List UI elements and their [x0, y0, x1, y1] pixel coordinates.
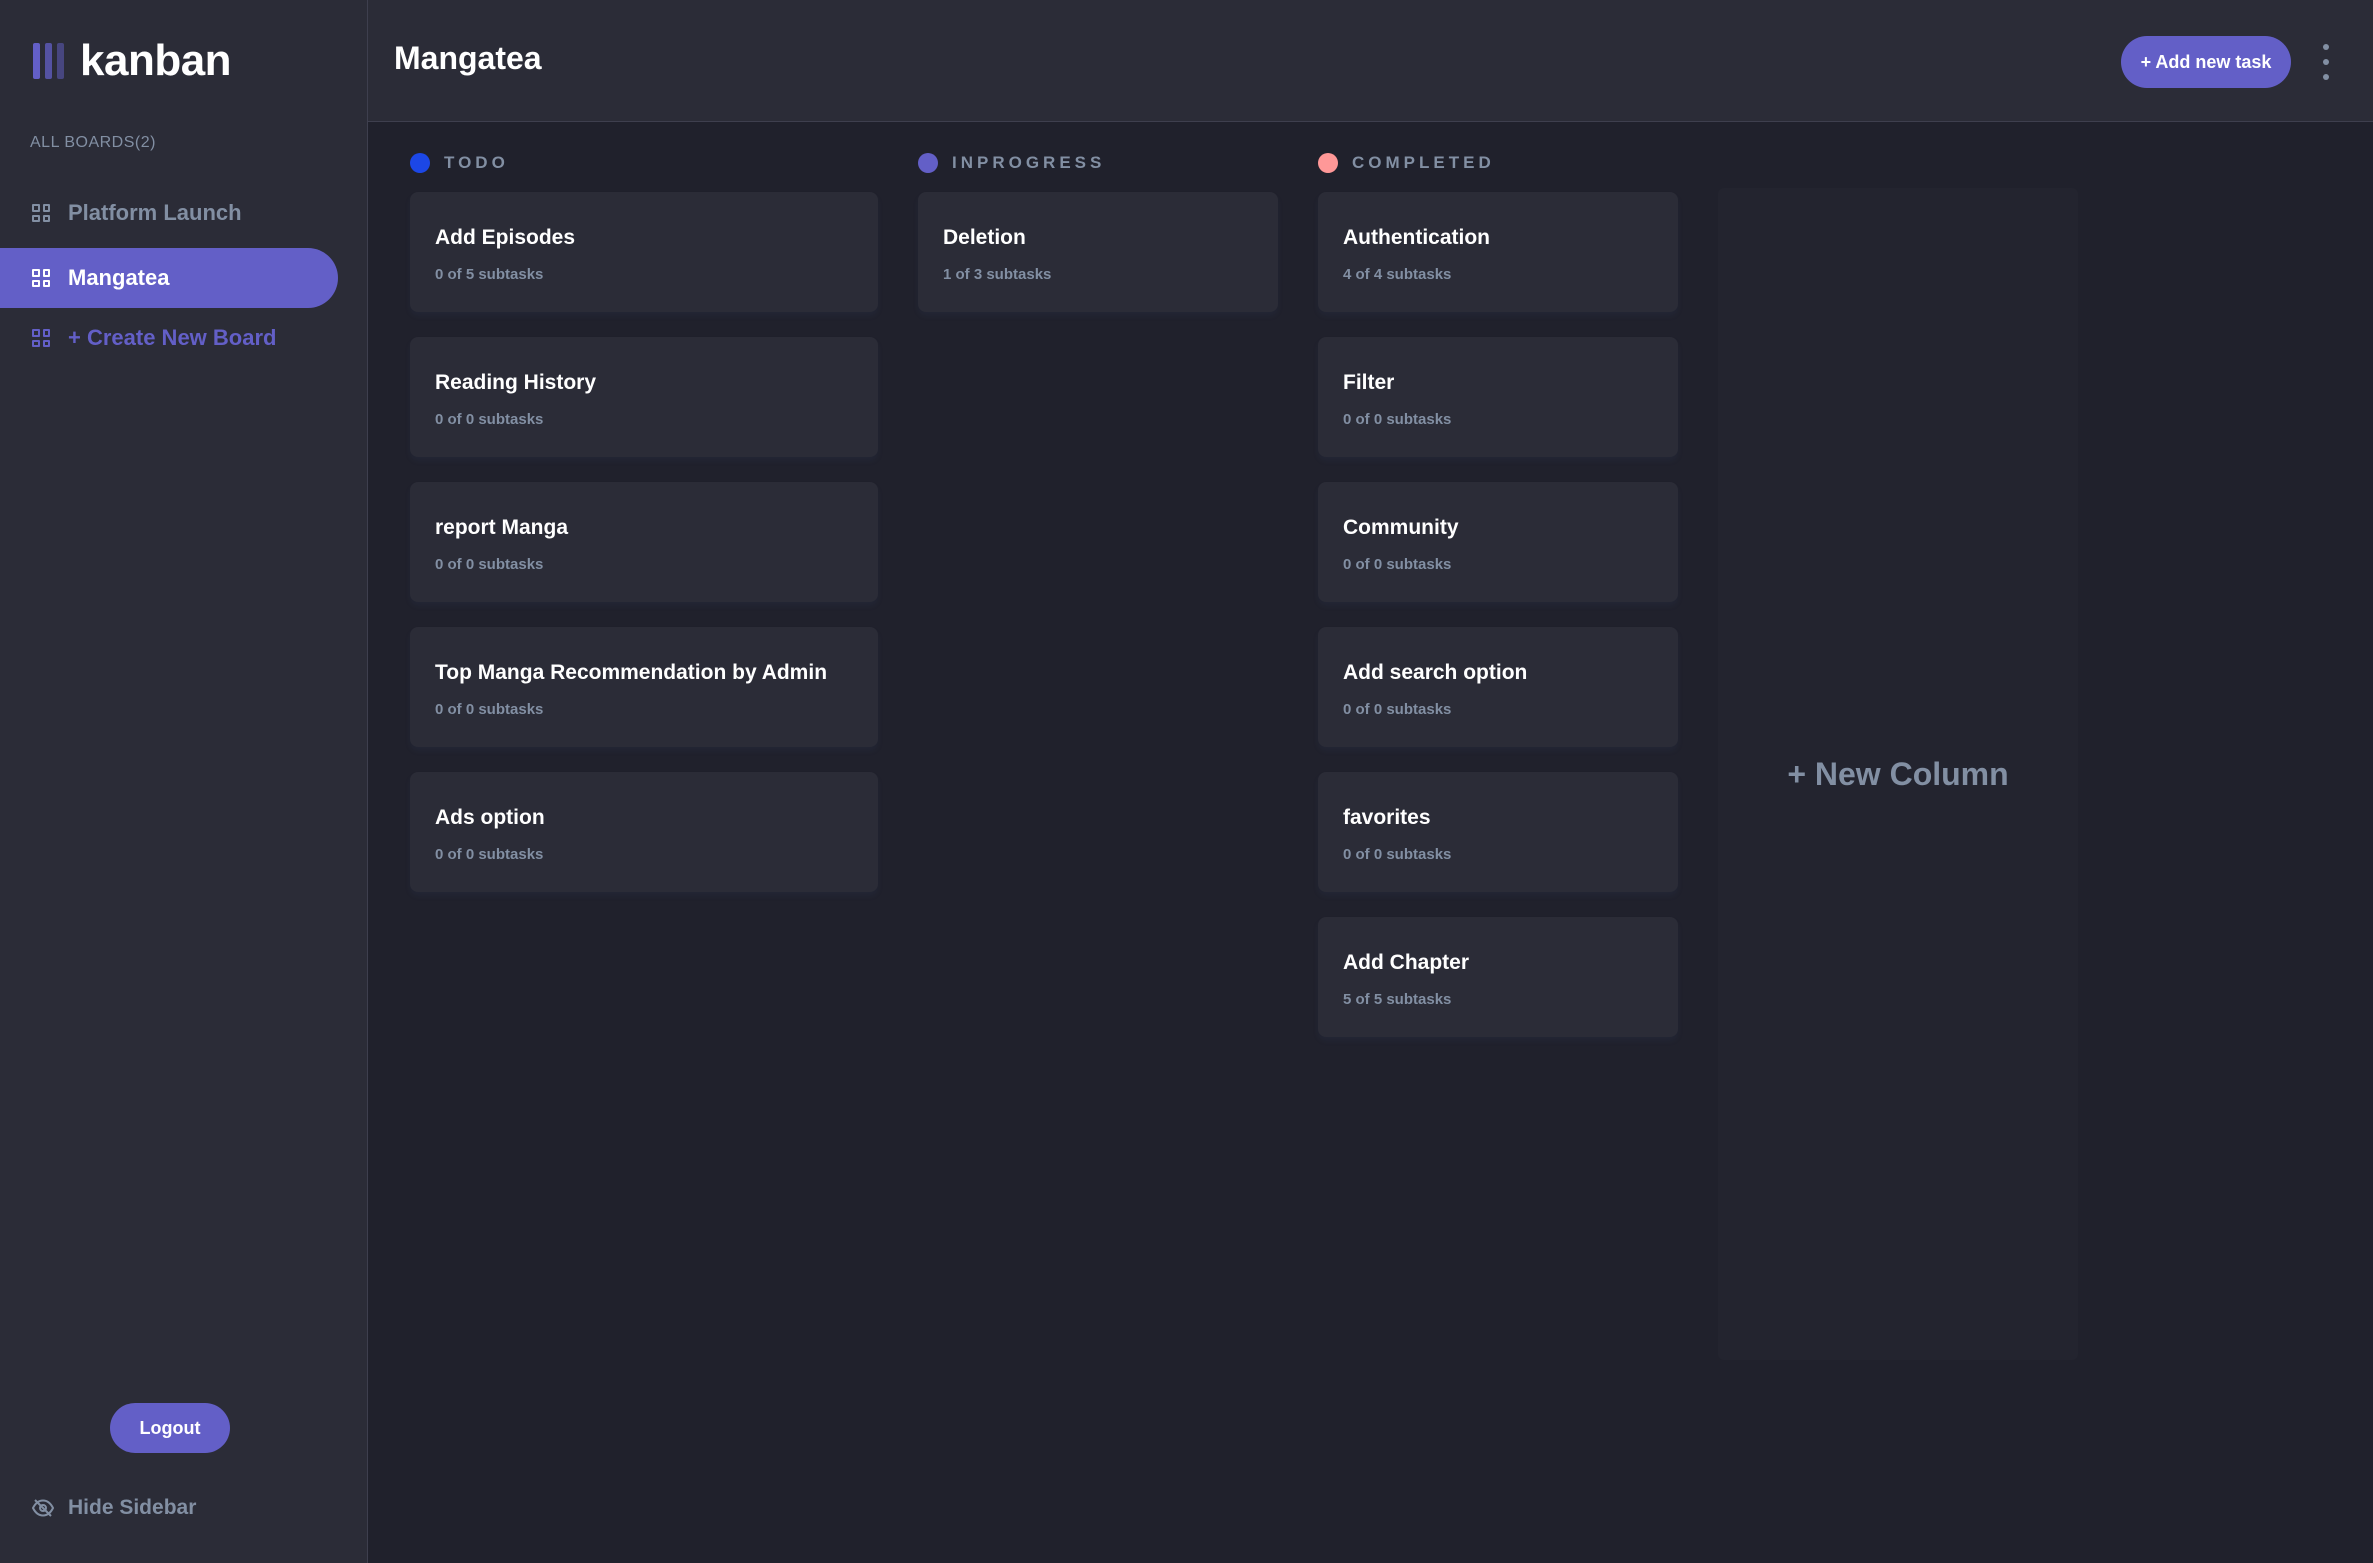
task-subtasks: 1 of 3 subtasks [943, 266, 1052, 283]
task-card[interactable]: Filter 0 of 0 subtasks [1318, 337, 1678, 457]
board-icon [32, 329, 50, 347]
task-title: Filter [1343, 371, 1395, 394]
task-subtasks: 0 of 0 subtasks [1343, 701, 1452, 718]
task-subtasks: 5 of 5 subtasks [1343, 991, 1452, 1008]
column-completed: COMPLETED Authentication 4 of 4 subtasks… [1318, 150, 1678, 1037]
sidebar-item-label: Mangatea [68, 265, 170, 290]
task-card[interactable]: Add Chapter 5 of 5 subtasks [1318, 917, 1678, 1037]
task-title: favorites [1343, 806, 1431, 829]
column-status-dot [1318, 153, 1338, 173]
task-title: Add Chapter [1343, 951, 1469, 974]
hide-sidebar-label: Hide Sidebar [68, 1496, 197, 1519]
sidebar-item-label: Platform Launch [68, 200, 242, 225]
board-icon [32, 269, 50, 287]
logout-button[interactable]: Logout [110, 1403, 230, 1453]
create-new-board-button[interactable]: + Create New Board [0, 308, 338, 368]
column-name: TODO [444, 153, 509, 172]
task-card[interactable]: Add Episodes 0 of 5 subtasks [410, 192, 878, 312]
task-card[interactable]: Top Manga Recommendation by Admin 0 of 0… [410, 627, 878, 747]
hide-sidebar-button[interactable]: Hide Sidebar [32, 1496, 196, 1520]
eye-slash-icon [32, 1499, 54, 1517]
task-card[interactable]: report Manga 0 of 0 subtasks [410, 482, 878, 602]
task-title: Reading History [435, 371, 597, 394]
column-name: COMPLETED [1352, 153, 1495, 172]
column-name: INPROGRESS [952, 153, 1106, 172]
task-title: Community [1343, 516, 1459, 539]
task-subtasks: 0 of 0 subtasks [1343, 846, 1452, 863]
sidebar: kanban ALL BOARDS(2) Platform Launch Man… [0, 0, 368, 1563]
column-header: INPROGRESS [918, 150, 1105, 176]
task-card[interactable]: Reading History 0 of 0 subtasks [410, 337, 878, 457]
sidebar-item-platform-launch[interactable]: Platform Launch [0, 183, 338, 243]
logo-text: kanban [80, 36, 232, 85]
column-inprogress: INPROGRESS Deletion 1 of 3 subtasks [918, 150, 1278, 312]
column-todo: TODO Add Episodes 0 of 5 subtasks Readin… [410, 150, 878, 892]
task-subtasks: 0 of 0 subtasks [1343, 411, 1452, 428]
board-icon [32, 204, 50, 222]
task-subtasks: 0 of 0 subtasks [435, 846, 544, 863]
column-header: COMPLETED [1318, 150, 1495, 176]
task-subtasks: 0 of 5 subtasks [435, 266, 544, 283]
page-title: Mangatea [394, 40, 542, 76]
task-title: Ads option [435, 806, 545, 829]
top-header: Mangatea + Add new task [368, 0, 2373, 122]
task-subtasks: 4 of 4 subtasks [1343, 266, 1452, 283]
task-subtasks: 0 of 0 subtasks [1343, 556, 1452, 573]
task-subtasks: 0 of 0 subtasks [435, 701, 544, 718]
column-header: TODO [410, 150, 509, 176]
task-title: Top Manga Recommendation by Admin [435, 661, 828, 684]
create-board-label: + Create New Board [68, 325, 277, 350]
all-boards-heading: ALL BOARDS(2) [30, 134, 156, 151]
column-status-dot [410, 153, 430, 173]
task-subtasks: 0 of 0 subtasks [435, 411, 544, 428]
task-subtasks: 0 of 0 subtasks [435, 556, 544, 573]
task-card[interactable]: Ads option 0 of 0 subtasks [410, 772, 878, 892]
task-title: Add search option [1343, 661, 1528, 684]
new-column-button[interactable]: + New Column [1718, 188, 2078, 1360]
task-title: Add Episodes [435, 226, 576, 249]
task-title: report Manga [435, 516, 569, 539]
more-options-icon[interactable] [2316, 44, 2336, 80]
task-card[interactable]: Community 0 of 0 subtasks [1318, 482, 1678, 602]
task-card[interactable]: favorites 0 of 0 subtasks [1318, 772, 1678, 892]
task-card[interactable]: Deletion 1 of 3 subtasks [918, 192, 1278, 312]
logo-icon [33, 43, 64, 79]
task-card[interactable]: Add search option 0 of 0 subtasks [1318, 627, 1678, 747]
task-title: Deletion [943, 226, 1026, 249]
task-card[interactable]: Authentication 4 of 4 subtasks [1318, 192, 1678, 312]
add-new-task-button[interactable]: + Add new task [2121, 36, 2291, 88]
sidebar-item-mangatea[interactable]: Mangatea [0, 248, 338, 308]
column-status-dot [918, 153, 938, 173]
app-logo: kanban [33, 36, 232, 86]
task-title: Authentication [1343, 226, 1490, 249]
